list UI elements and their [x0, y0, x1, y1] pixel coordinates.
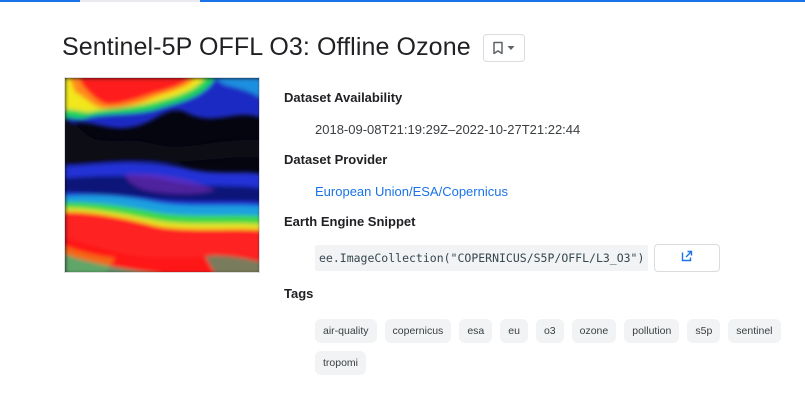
tag-chip[interactable]: o3 — [535, 319, 564, 343]
bookmark-button[interactable] — [482, 33, 525, 62]
active-tab-indicator — [80, 0, 200, 2]
tag-chip[interactable]: tropomi — [315, 351, 367, 375]
tag-chip[interactable]: eu — [500, 319, 528, 343]
open-in-code-editor-button[interactable] — [654, 244, 721, 272]
open-in-new-icon — [681, 249, 693, 267]
provider-label: Dataset Provider — [284, 152, 388, 167]
tag-chip[interactable]: s5p — [687, 319, 721, 343]
page-title: Sentinel-5P OFFL O3: Offline Ozone — [62, 33, 471, 61]
tag-chip[interactable]: sentinel — [728, 319, 781, 343]
provider-link[interactable]: European Union/ESA/Copernicus — [315, 184, 508, 199]
snippet-code[interactable]: ee.ImageCollection("COPERNICUS/S5P/OFFL/… — [315, 245, 649, 271]
provider-value-row: European Union/ESA/Copernicus — [315, 184, 508, 199]
tag-chip[interactable]: esa — [459, 319, 493, 343]
tags-label: Tags — [284, 286, 314, 301]
top-nav-bar — [0, 0, 805, 2]
title-row: Sentinel-5P OFFL O3: Offline Ozone — [62, 33, 525, 62]
tag-chip[interactable]: ozone — [571, 319, 617, 343]
dataset-thumbnail — [64, 77, 260, 273]
tag-chip[interactable]: copernicus — [384, 319, 452, 343]
tag-list: air-quality copernicus esa eu o3 ozone p… — [315, 319, 785, 375]
tag-chip[interactable]: air-quality — [315, 319, 377, 343]
chevron-down-icon — [507, 45, 515, 51]
snippet-row: ee.ImageCollection("COPERNICUS/S5P/OFFL/… — [315, 244, 721, 272]
snippet-label: Earth Engine Snippet — [284, 214, 416, 229]
availability-label: Dataset Availability — [284, 90, 403, 105]
bookmark-icon — [492, 41, 504, 55]
availability-value: 2018-09-08T21:19:29Z–2022-10-27T21:22:44 — [315, 122, 581, 137]
tag-chip[interactable]: pollution — [624, 319, 680, 343]
